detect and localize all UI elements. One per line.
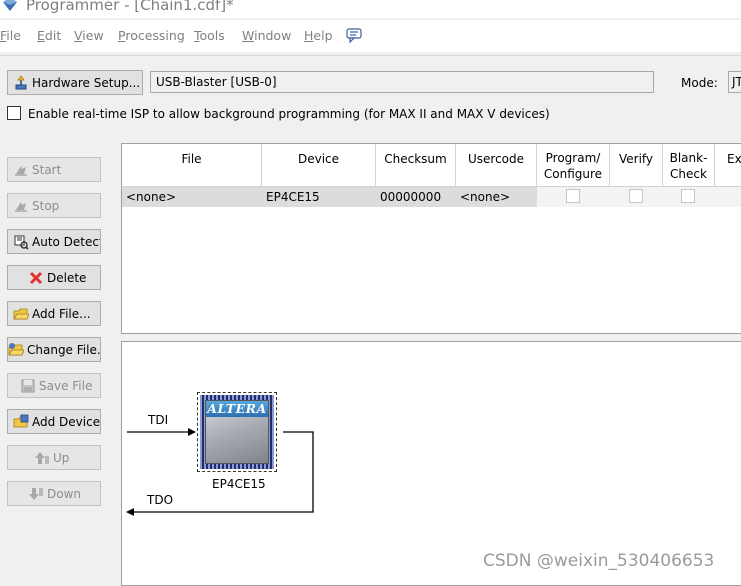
watermark: CSDN @weixin_530406653 bbox=[483, 551, 715, 571]
tdi-wire bbox=[127, 428, 196, 436]
tdi-label: TDI bbox=[148, 413, 169, 427]
altera-logo: ALTERA bbox=[207, 401, 267, 416]
tdo-label: TDO bbox=[147, 493, 174, 507]
device-label: EP4CE15 bbox=[212, 477, 266, 491]
jtag-chain-wires bbox=[126, 428, 314, 516]
